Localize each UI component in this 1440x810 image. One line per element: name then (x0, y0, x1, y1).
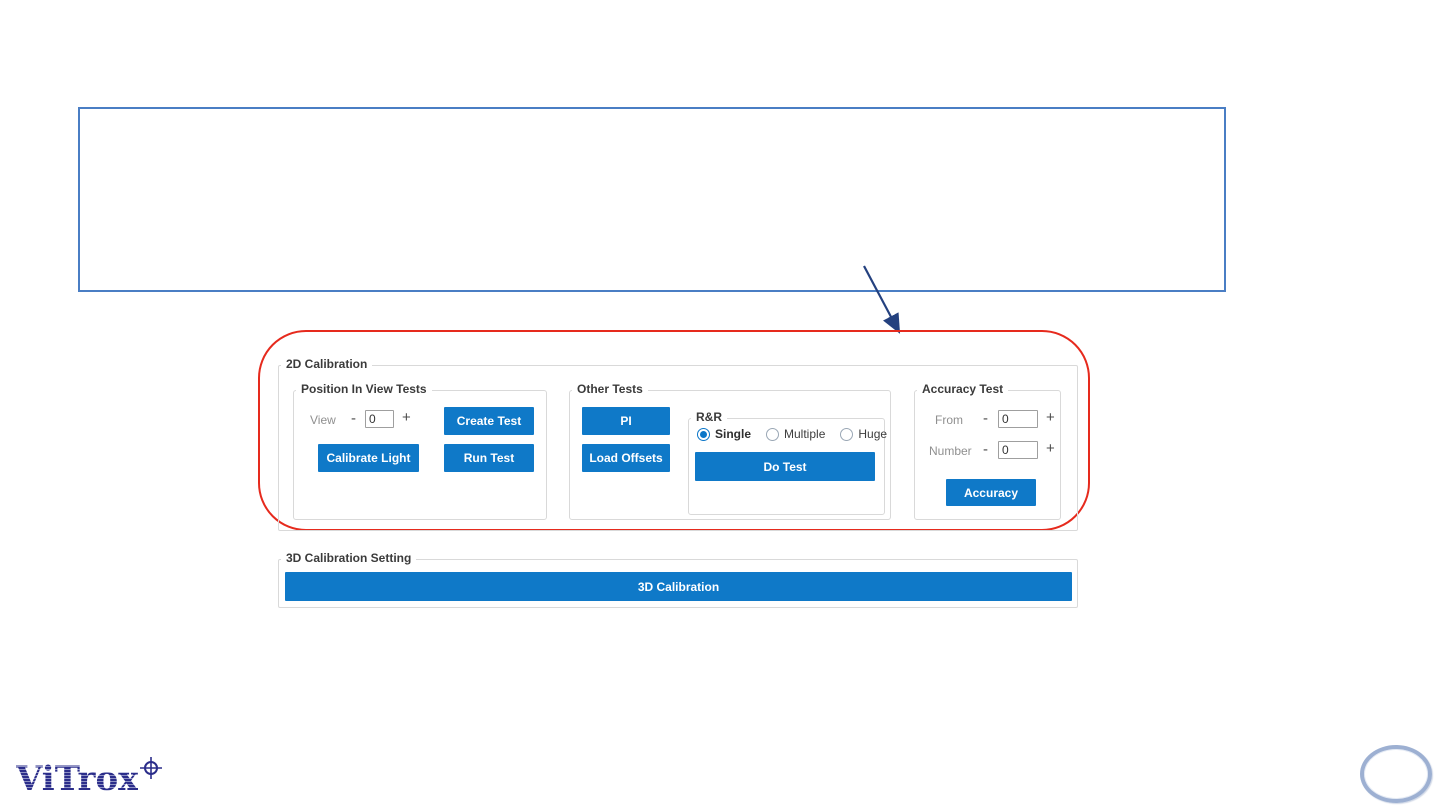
group-other-tests: Other Tests PI Load Offsets R&R Single M… (569, 382, 891, 520)
view-decrement-button[interactable]: - (351, 411, 356, 426)
rnr-radio-group: Single Multiple Huge (697, 427, 887, 441)
radio-multiple-label[interactable]: Multiple (784, 427, 825, 441)
from-decrement-button[interactable]: - (983, 411, 988, 426)
group-3d-calibration-setting: 3D Calibration Setting 3D Calibration (278, 551, 1078, 608)
radio-single-label[interactable]: Single (715, 427, 751, 441)
accuracy-button[interactable]: Accuracy (946, 479, 1036, 506)
vitrox-logo: ViTrox (16, 757, 163, 800)
view-value-input[interactable] (365, 410, 394, 428)
radio-huge-label[interactable]: Huge (858, 427, 887, 441)
group-2d-calibration-title: 2D Calibration (281, 357, 373, 372)
group-position-in-view-tests: Position In View Tests View - + Create T… (293, 382, 547, 520)
pi-button[interactable]: PI (582, 407, 670, 435)
from-increment-button[interactable]: + (1046, 410, 1055, 425)
vitrox-logo-text: ViTrox (16, 759, 139, 799)
annotation-arrow-icon (863, 265, 901, 334)
number-value-input[interactable] (998, 441, 1038, 459)
load-offsets-button[interactable]: Load Offsets (582, 444, 670, 472)
group-position-in-view-tests-title: Position In View Tests (296, 382, 432, 397)
radio-multiple[interactable]: Multiple (766, 427, 825, 441)
radio-huge[interactable]: Huge (840, 427, 887, 441)
group-other-tests-title: Other Tests (572, 382, 648, 397)
calibrate-light-button[interactable]: Calibrate Light (318, 444, 419, 472)
number-label: Number (929, 444, 972, 458)
from-label: From (935, 413, 963, 427)
annotation-note-box (78, 107, 1226, 292)
group-3d-calibration-setting-title: 3D Calibration Setting (281, 551, 417, 566)
view-label: View (310, 413, 336, 427)
3d-calibration-button[interactable]: 3D Calibration (285, 572, 1072, 601)
radio-single[interactable]: Single (697, 427, 751, 441)
number-increment-button[interactable]: + (1046, 441, 1055, 456)
number-decrement-button[interactable]: - (983, 442, 988, 457)
group-accuracy-test: Accuracy Test From - + Number - + Accura… (914, 382, 1061, 520)
group-rnr: R&R Single Multiple Huge Do Test (688, 410, 887, 515)
radio-multiple-icon[interactable] (766, 427, 780, 441)
run-test-button[interactable]: Run Test (444, 444, 534, 472)
group-2d-calibration: 2D Calibration Position In View Tests Vi… (278, 357, 1078, 531)
group-rnr-title: R&R (691, 410, 727, 425)
view-increment-button[interactable]: + (402, 410, 411, 425)
decorative-ring (1360, 745, 1432, 803)
screenshot-canvas: 2D Calibration Position In View Tests Vi… (0, 0, 1440, 810)
radio-huge-icon[interactable] (840, 427, 854, 441)
crosshair-icon (140, 757, 163, 779)
from-value-input[interactable] (998, 410, 1038, 428)
radio-single-icon[interactable] (697, 427, 710, 441)
create-test-button[interactable]: Create Test (444, 407, 534, 435)
group-accuracy-test-title: Accuracy Test (917, 382, 1009, 397)
do-test-button[interactable]: Do Test (695, 452, 875, 481)
